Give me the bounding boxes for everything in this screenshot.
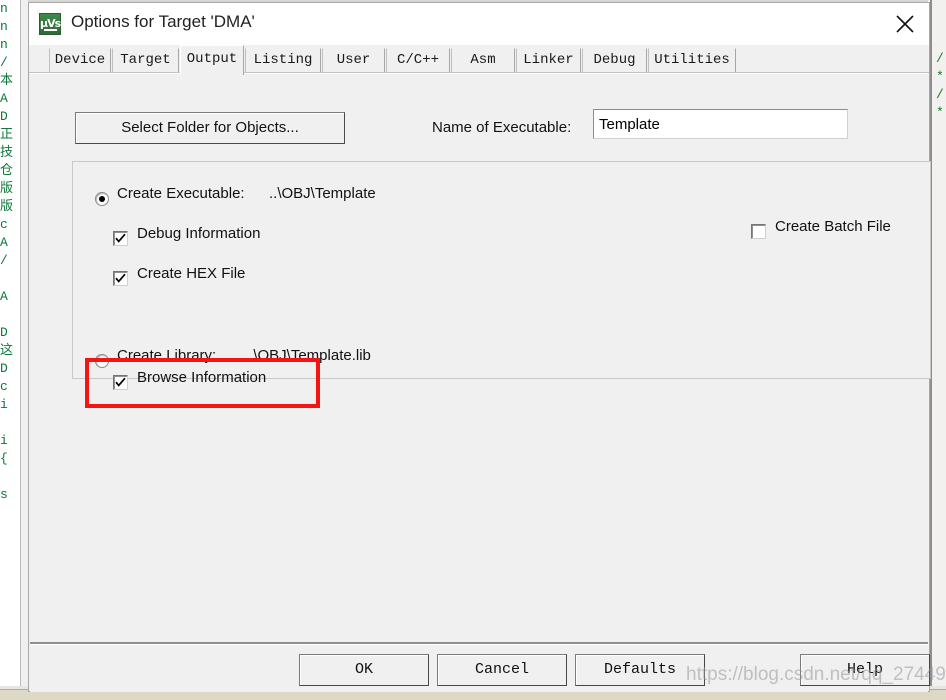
background-code-line: n [0,19,8,34]
keil-uvision-icon: μVs [39,13,61,35]
background-code-line: A [0,235,8,250]
check-icon [115,273,126,283]
tab-output[interactable]: Output [180,45,244,75]
tab-c-c[interactable]: C/C++ [386,48,450,73]
tab-asm[interactable]: Asm [451,48,515,73]
options-dialog: μVs Options for Target 'DMA' Device Targe… [28,2,931,692]
create-batch-file-checkbox[interactable] [751,224,766,239]
background-code-line: c [0,217,8,232]
check-icon [115,377,126,387]
keil-uvision-icon-bar [44,29,57,31]
background-code-right-column: / * / * [936,50,946,650]
create-library-radio[interactable] [95,354,109,368]
background-code-line: * [936,105,944,120]
tab-device[interactable]: Device [49,48,111,73]
background-code-line: 技 [0,145,13,160]
debug-information-checkbox[interactable] [113,231,128,246]
background-code-line: n [0,1,8,16]
background-code-line [0,270,20,288]
tab-debug[interactable]: Debug [582,48,647,73]
create-batch-file-label: Create Batch File [775,218,891,235]
background-code-line: n [0,37,8,52]
background-code-line: D [0,325,8,340]
output-tab-panel: Select Folder for Objects... Name of Exe… [30,73,931,644]
debug-information-label: Debug Information [137,225,261,242]
create-hex-file-checkbox[interactable] [113,271,128,286]
create-executable-radio[interactable] [95,192,109,206]
background-code-line: i [0,433,8,448]
background-code-line: 仓 [0,163,13,178]
background-code-line: / [936,87,944,102]
keil-uvision-icon-glyph: μVs [40,17,61,30]
close-icon[interactable] [881,3,929,41]
check-icon [115,233,126,243]
background-code-line: i [0,397,8,412]
background-code-line: / [936,51,944,66]
background-code-line: D [0,109,8,124]
name-of-executable-label: Name of Executable: [432,119,572,136]
background-code-line: / [0,253,8,268]
tab-target[interactable]: Target [112,48,179,73]
ok-button[interactable]: OK [299,654,429,686]
background-code-line: 本 [0,73,13,88]
background-code-line: { [0,451,8,466]
tab-listing[interactable]: Listing [245,48,321,73]
tab-utilities[interactable]: Utilities [648,48,736,73]
create-executable-label: Create Executable: [117,185,245,202]
create-executable-path: ..\OBJ\Template [269,185,376,202]
dialog-titlebar: μVs Options for Target 'DMA' [29,3,929,46]
background-code-line: 正 [0,127,13,142]
output-options-groupbox: Create Executable: ..\OBJ\Template Debug… [72,161,931,408]
tab-linker[interactable]: Linker [516,48,581,73]
background-code-line: 这 [0,343,13,358]
browse-information-label: Browse Information [137,369,267,386]
background-code-left-column: n n n / 本 A D 正技仓版版 c A / A D 这 Dc i i{s [0,0,20,690]
background-code-line: A [0,91,8,106]
select-folder-for-objects-button[interactable]: Select Folder for Objects... [75,112,345,144]
background-code-line: c [0,379,8,394]
create-library-label: Create Library: [117,347,217,364]
background-code-line [0,414,20,432]
create-executable-radio-dot [99,196,105,202]
background-code-line: A [0,289,8,304]
page-title: Options for Target 'DMA' [71,12,255,31]
background-code-line: * [936,69,944,84]
background-code-line: 版 [0,181,13,196]
background-code-line: / [0,55,8,70]
name-of-executable-input[interactable] [593,109,848,139]
cancel-button[interactable]: Cancel [437,654,567,686]
help-button[interactable]: Help [800,654,930,686]
browse-information-checkbox[interactable] [113,375,128,390]
background-code-line [0,306,20,324]
tab-user[interactable]: User [322,48,385,73]
dialog-tabstrip: Device Target Output Listing User C/C++ Asm Lin… [29,45,929,75]
dialog-footer: OK Cancel Defaults Help [30,645,930,692]
background-code-line: s [0,487,8,502]
create-library-path: ..\OBJ\Template.lib [245,347,371,364]
defaults-button[interactable]: Defaults [575,654,705,686]
create-hex-file-label: Create HEX File [137,265,246,282]
background-code-line [0,468,20,486]
background-code-line: 版 [0,199,13,214]
background-code-line: D [0,361,8,376]
